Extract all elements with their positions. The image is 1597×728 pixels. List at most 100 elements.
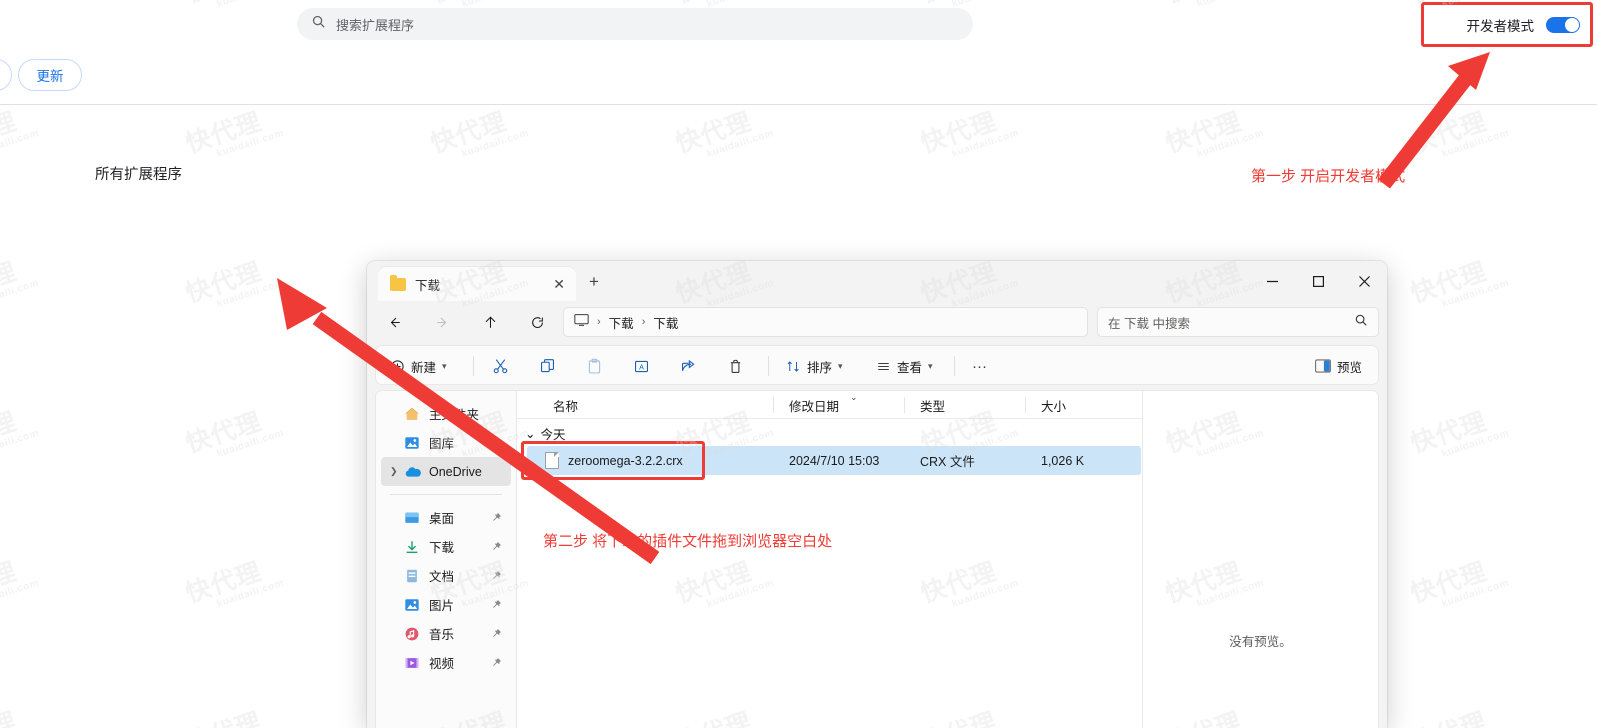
sidebar-item-downloads[interactable]: 下载 bbox=[381, 532, 511, 561]
pin-icon[interactable] bbox=[490, 540, 502, 558]
sidebar-item-label: 文档 bbox=[429, 570, 455, 584]
chevron-right-icon[interactable]: ❯ bbox=[390, 466, 403, 477]
sidebar-item-pictures[interactable]: 图片 bbox=[381, 590, 511, 619]
file-size-cell: 1,026 K bbox=[1041, 453, 1085, 468]
preview-button[interactable]: 预览 bbox=[1307, 350, 1370, 382]
sidebar-item-home[interactable]: 主文件夹 bbox=[381, 399, 511, 428]
breadcrumb-separator: › bbox=[641, 316, 646, 328]
column-header-name[interactable]: 名称 bbox=[543, 391, 773, 419]
rename-button[interactable]: A bbox=[625, 350, 658, 382]
copy-icon bbox=[540, 358, 555, 372]
column-header-size[interactable]: 大小 bbox=[1031, 391, 1141, 419]
pin-icon[interactable] bbox=[490, 511, 502, 529]
share-icon bbox=[681, 359, 695, 371]
folder-icon bbox=[390, 274, 406, 291]
sidebar-item-onedrive[interactable]: ❯ OneDrive bbox=[381, 457, 511, 486]
explorer-tab[interactable]: 下载 ✕ bbox=[378, 267, 576, 301]
up-button[interactable] bbox=[477, 309, 503, 335]
sidebar-item-music[interactable]: 音乐 bbox=[381, 619, 511, 648]
forward-button bbox=[429, 309, 455, 335]
trash-icon bbox=[730, 359, 741, 373]
gallery-icon bbox=[403, 434, 421, 452]
share-button[interactable] bbox=[672, 350, 705, 382]
search-input[interactable]: 搜索扩展程序 bbox=[297, 8, 973, 40]
sidebar-item-videos[interactable]: 视频 bbox=[381, 648, 511, 677]
explorer-titlebar: 下载 ✕ + bbox=[367, 261, 1387, 301]
file-row[interactable]: zeroomega-3.2.2.crx 2024/7/10 15:03 CRX … bbox=[527, 446, 1141, 475]
pin-icon[interactable] bbox=[490, 569, 502, 587]
more-options-button[interactable]: ··· bbox=[964, 350, 995, 382]
cloud-icon bbox=[403, 463, 421, 481]
sidebar-item-gallery[interactable]: 图库 bbox=[381, 428, 511, 457]
annotation-step-2: 第二步 将下载的插件文件拖到浏览器空白处 bbox=[543, 533, 833, 550]
minimize-button[interactable] bbox=[1249, 261, 1295, 301]
document-icon bbox=[403, 567, 421, 585]
monitor-icon[interactable] bbox=[574, 313, 589, 332]
maximize-button[interactable] bbox=[1295, 261, 1341, 301]
rename-icon: A bbox=[634, 360, 649, 372]
file-group-header[interactable]: ⌄ 今天 bbox=[525, 424, 566, 443]
developer-mode-label: 开发者模式 bbox=[1466, 18, 1535, 34]
annotation-step-1: 第一步 开启开发者模式 bbox=[1251, 168, 1406, 185]
file-name-cell[interactable]: zeroomega-3.2.2.crx bbox=[545, 452, 683, 469]
view-icon bbox=[878, 362, 889, 370]
toolbar-divider bbox=[473, 356, 474, 376]
toolbar-divider bbox=[954, 356, 955, 376]
pin-icon[interactable] bbox=[490, 656, 502, 674]
close-button[interactable] bbox=[1341, 261, 1387, 301]
pin-icon[interactable] bbox=[490, 627, 502, 645]
column-divider[interactable] bbox=[904, 397, 905, 413]
delete-button[interactable] bbox=[719, 350, 752, 382]
breadcrumb-item-1[interactable]: 下载 bbox=[653, 313, 678, 332]
sort-icon bbox=[787, 360, 799, 372]
preview-pane-icon bbox=[1315, 359, 1331, 373]
column-divider[interactable] bbox=[1025, 397, 1026, 413]
explorer-navbar: › 下载 › 下载 在 下载 中搜索 bbox=[367, 301, 1387, 341]
sort-indicator-icon: ⌄ bbox=[850, 392, 858, 402]
column-header-modified[interactable]: 修改日期 bbox=[779, 391, 904, 419]
paste-button bbox=[578, 350, 611, 382]
explorer-search-input[interactable]: 在 下载 中搜索 bbox=[1097, 307, 1379, 337]
refresh-button[interactable] bbox=[524, 309, 550, 335]
extensions-action-bar: 更新 bbox=[0, 48, 1597, 105]
cut-button[interactable] bbox=[484, 350, 517, 382]
sort-button[interactable]: 排序 ▾ bbox=[778, 350, 851, 382]
sidebar-divider bbox=[390, 494, 502, 495]
explorer-sidebar: 主文件夹 图库 ❯ OneDrive 桌面 下载 文档 图片 音乐 视频 bbox=[375, 390, 516, 728]
sidebar-item-desktop[interactable]: 桌面 bbox=[381, 503, 511, 532]
close-tab-icon[interactable]: ✕ bbox=[548, 274, 570, 294]
address-bar[interactable]: › 下载 › 下载 bbox=[563, 307, 1088, 337]
column-header-type[interactable]: 类型 bbox=[910, 391, 1025, 419]
pin-icon[interactable] bbox=[490, 598, 502, 616]
view-button[interactable]: 查看 ▾ bbox=[868, 350, 941, 382]
paste-icon bbox=[588, 358, 601, 373]
sidebar-item-label: 图片 bbox=[429, 599, 455, 613]
toolbar-divider bbox=[768, 356, 769, 376]
sidebar-item-label: 音乐 bbox=[429, 628, 455, 642]
extensions-topbar: 搜索扩展程序 开发者模式 bbox=[0, 0, 1597, 48]
clipped-left-button[interactable] bbox=[0, 59, 12, 91]
file-group-label: 今天 bbox=[540, 428, 566, 442]
back-button[interactable] bbox=[381, 309, 407, 335]
chevron-down-icon: ▾ bbox=[838, 360, 843, 371]
sidebar-item-label: 图库 bbox=[429, 437, 455, 451]
music-icon bbox=[403, 625, 421, 643]
sidebar-item-documents[interactable]: 文档 bbox=[381, 561, 511, 590]
chevron-down-icon: ▾ bbox=[928, 360, 933, 371]
search-icon bbox=[1354, 313, 1368, 332]
download-icon bbox=[403, 538, 421, 556]
developer-mode-toggle[interactable] bbox=[1546, 16, 1580, 33]
explorer-toolbar: 新建 ▾ A 排序 ▾ 查看 ▾ ··· 预览 bbox=[375, 345, 1379, 385]
window-controls bbox=[1249, 261, 1387, 301]
desktop-icon bbox=[403, 509, 421, 527]
scissors-icon bbox=[493, 358, 508, 373]
column-divider[interactable] bbox=[773, 397, 774, 413]
new-tab-icon[interactable]: + bbox=[589, 273, 599, 290]
update-button[interactable]: 更新 bbox=[18, 59, 82, 91]
all-extensions-title: 所有扩展程序 bbox=[95, 167, 182, 183]
new-button-label: 新建 bbox=[411, 360, 437, 375]
new-button[interactable]: 新建 ▾ bbox=[382, 350, 455, 382]
copy-button[interactable] bbox=[531, 350, 564, 382]
breadcrumb-item-0[interactable]: 下载 bbox=[609, 313, 634, 332]
sidebar-item-label: 下载 bbox=[429, 541, 455, 555]
